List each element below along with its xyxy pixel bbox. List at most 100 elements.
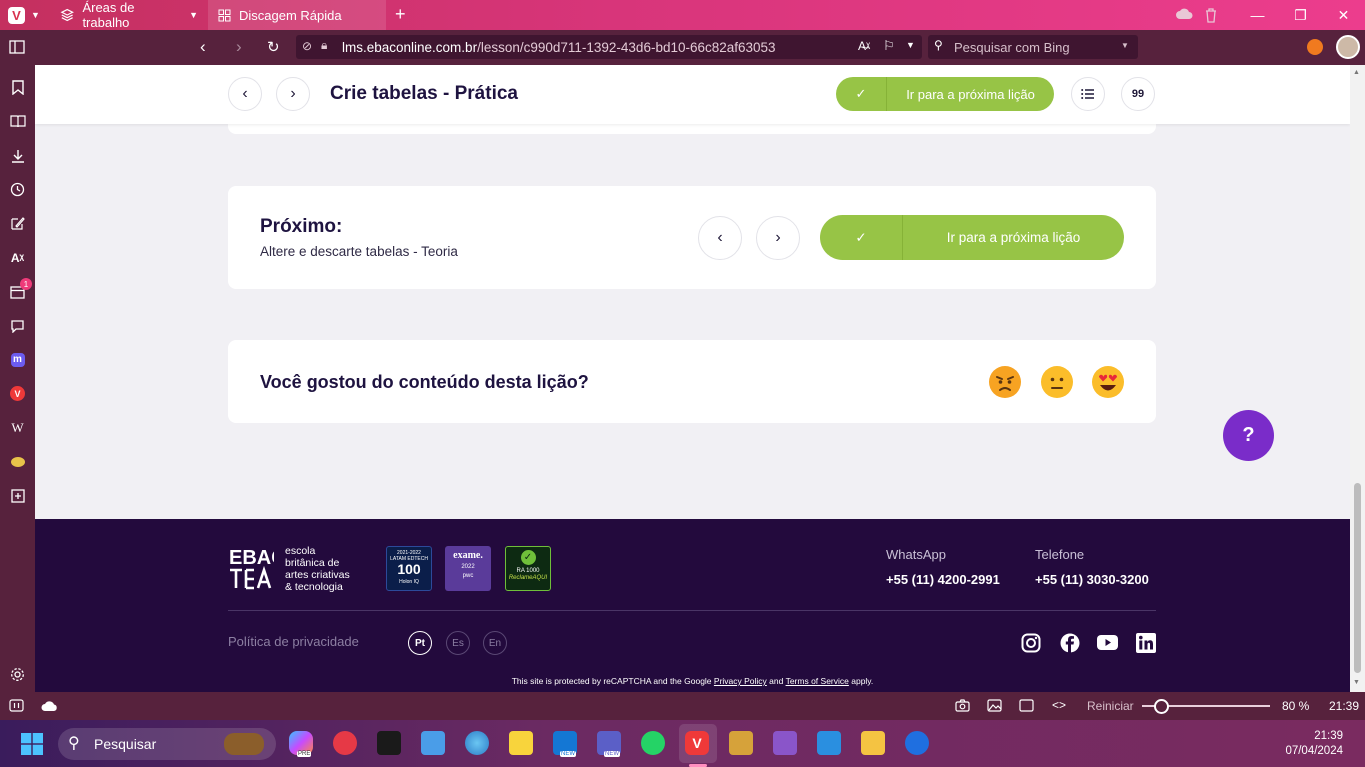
- vivaldi-icon[interactable]: V: [8, 384, 27, 403]
- trash-icon[interactable]: [1204, 7, 1218, 26]
- zoom-reset-button[interactable]: Reiniciar: [1087, 699, 1134, 713]
- extension-icon[interactable]: [1307, 39, 1323, 55]
- history-icon[interactable]: [8, 180, 27, 199]
- reload-icon[interactable]: ↻: [267, 38, 280, 56]
- vivaldi-icon[interactable]: V: [685, 731, 709, 755]
- tab-workspaces[interactable]: Áreas de trabalho ▼: [50, 0, 208, 30]
- linkedin-icon[interactable]: [1135, 632, 1156, 653]
- scroll-down-icon[interactable]: ▼: [1353, 679, 1360, 686]
- language-es-button[interactable]: Es: [446, 631, 470, 655]
- minimize-icon[interactable]: —: [1236, 7, 1279, 23]
- panel-toggle-icon[interactable]: [9, 40, 25, 59]
- zoom-slider-handle[interactable]: [1154, 699, 1170, 714]
- button-label: Ir para a próxima lição: [946, 230, 1081, 245]
- heart-eyes-emoji-icon[interactable]: [1091, 365, 1125, 399]
- instagram-icon[interactable]: [1020, 632, 1041, 653]
- downloads-icon[interactable]: [8, 146, 27, 165]
- app-red-icon[interactable]: [333, 731, 357, 755]
- whatsapp-number[interactable]: +55 (11) 4200-2991: [886, 572, 1000, 587]
- facebook-icon[interactable]: [1059, 632, 1080, 653]
- notepad-icon[interactable]: [421, 731, 445, 755]
- phone-number[interactable]: +55 (11) 3030-3200: [1035, 572, 1149, 587]
- vscode-icon[interactable]: [817, 731, 841, 755]
- image-toggle-icon[interactable]: [987, 699, 1002, 715]
- chevron-down-icon[interactable]: ▼: [906, 40, 915, 50]
- language-en-button[interactable]: En: [483, 631, 507, 655]
- sticky-notes-icon[interactable]: [509, 731, 533, 755]
- translate-icon[interactable]: A̶ᵡ: [858, 39, 870, 53]
- briefcase-icon: [224, 733, 264, 755]
- angry-emoji-icon[interactable]: [988, 365, 1022, 399]
- developer-tools-icon[interactable]: <>: [1052, 698, 1066, 712]
- chevron-left-icon: ‹: [717, 229, 723, 246]
- translate-icon[interactable]: Aᵡ: [8, 248, 27, 267]
- url-host: lms.ebaconline.com.br: [342, 39, 478, 55]
- tagline-line: & tecnologia: [285, 581, 343, 593]
- neutral-emoji-icon[interactable]: [1040, 365, 1074, 399]
- cloud-icon[interactable]: [41, 700, 58, 715]
- whatsapp-icon[interactable]: [641, 731, 665, 755]
- terminal-icon[interactable]: [377, 731, 401, 755]
- bookmark-icon[interactable]: [8, 78, 27, 97]
- language-pt-button[interactable]: Pt: [408, 631, 432, 655]
- screenshot-icon[interactable]: [955, 699, 970, 715]
- bookmark-icon[interactable]: ⚐: [883, 38, 895, 54]
- mastodon-icon[interactable]: m: [8, 350, 27, 369]
- settings-icon[interactable]: [8, 665, 27, 684]
- previous-lesson-button[interactable]: ‹: [228, 77, 262, 111]
- youtube-icon[interactable]: [1097, 632, 1118, 653]
- scrollbar-thumb[interactable]: [1354, 483, 1361, 673]
- forward-icon[interactable]: ›: [236, 37, 242, 57]
- reading-list-icon[interactable]: [8, 112, 27, 131]
- chevron-down-icon[interactable]: ▼: [1121, 41, 1129, 50]
- maps-icon[interactable]: [905, 731, 929, 755]
- quote-button[interactable]: 99: [1121, 77, 1155, 111]
- lesson-menu-button[interactable]: [1071, 77, 1105, 111]
- site-settings-icon[interactable]: ⊘: [302, 39, 312, 53]
- pre-badge: PRE: [297, 751, 312, 757]
- page-scrollbar[interactable]: ▲ ▼: [1350, 65, 1365, 692]
- web-panel-icon[interactable]: [8, 452, 27, 471]
- award-text: pwc: [462, 573, 474, 579]
- google-terms-link[interactable]: Terms of Service: [786, 676, 849, 686]
- page-tiling-icon[interactable]: [1019, 699, 1034, 715]
- search-icon: ⚲: [68, 735, 80, 752]
- windows-start-icon[interactable]: [21, 733, 43, 760]
- previous-button[interactable]: ‹: [698, 216, 742, 260]
- panel-toggle-icon[interactable]: [9, 699, 24, 715]
- back-icon[interactable]: ‹: [200, 37, 206, 57]
- notes-icon[interactable]: [8, 214, 27, 233]
- google-privacy-link[interactable]: Privacy Policy: [714, 676, 767, 686]
- cloud-sync-icon[interactable]: [1176, 7, 1193, 24]
- file-explorer-icon[interactable]: [861, 731, 885, 755]
- privacy-policy-link[interactable]: Política de privacidade: [228, 634, 359, 649]
- next-lesson-button[interactable]: ›: [276, 77, 310, 111]
- new-badge: NEW: [560, 751, 576, 757]
- earth-icon[interactable]: [465, 731, 489, 755]
- windows-taskbar: ⚲ Pesquisar PRE NEW NEW V 21:39 07/04/20…: [0, 720, 1365, 767]
- visual-studio-icon[interactable]: [773, 731, 797, 755]
- add-panel-icon[interactable]: [8, 486, 27, 505]
- maximize-icon[interactable]: ❐: [1279, 7, 1322, 24]
- exame-award-badge: exame. 2022 pwc: [445, 546, 491, 591]
- new-tab-button[interactable]: +: [395, 4, 406, 25]
- office-icon[interactable]: [729, 731, 753, 755]
- taskbar-search[interactable]: ⚲ Pesquisar: [58, 728, 276, 760]
- url-field[interactable]: ⊘ 🔒︎ lms.ebaconline.com.br/lesson/c990d7…: [296, 35, 922, 59]
- scroll-up-icon[interactable]: ▲: [1353, 69, 1360, 76]
- help-button[interactable]: ?: [1223, 410, 1274, 461]
- next-button[interactable]: ›: [756, 216, 800, 260]
- award-text: 2022: [461, 564, 475, 570]
- vivaldi-menu-button[interactable]: V ▼: [0, 0, 50, 30]
- award-text: 100: [397, 561, 421, 577]
- next-lesson-button[interactable]: ✓ Ir para a próxima lição: [820, 215, 1124, 260]
- whatsapp-label: WhatsApp: [886, 547, 946, 562]
- tab-speed-dial[interactable]: Discagem Rápida: [208, 0, 386, 30]
- taskbar-clock[interactable]: 21:39 07/04/2024: [1285, 729, 1343, 759]
- chat-icon[interactable]: [8, 316, 27, 335]
- avatar[interactable]: [1336, 35, 1360, 59]
- wikipedia-icon[interactable]: W: [8, 418, 27, 437]
- next-lesson-header-button[interactable]: ✓ Ir para a próxima lição: [836, 77, 1054, 111]
- close-icon[interactable]: ✕: [1322, 7, 1365, 24]
- search-field[interactable]: ⚲ Pesquisar com Bing ▼: [928, 35, 1138, 59]
